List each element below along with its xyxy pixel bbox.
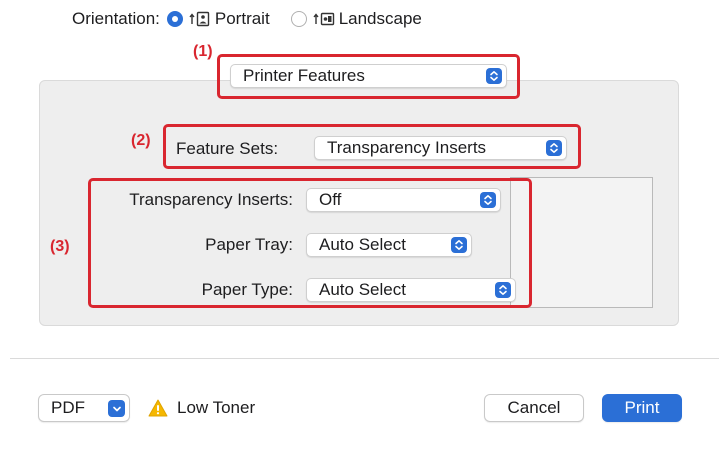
orientation-label: Orientation: [72, 9, 160, 28]
callout-box-2 [163, 124, 581, 169]
cancel-button[interactable]: Cancel [484, 394, 584, 422]
callout-box-1 [217, 54, 520, 99]
low-toner-warning: Low Toner [148, 398, 255, 418]
callout-label-3: (3) [50, 238, 70, 255]
portrait-orientation-icon [189, 11, 211, 27]
landscape-label[interactable]: Landscape [339, 9, 422, 29]
warning-icon [148, 399, 168, 417]
landscape-radio[interactable] [290, 11, 307, 27]
portrait-label[interactable]: Portrait [215, 9, 270, 29]
callout-box-3 [88, 178, 532, 308]
orientation-row: Orientation: Portrait Landscape [72, 8, 422, 30]
callout-label-1: (1) [193, 43, 213, 60]
pdf-menu-button[interactable]: PDF [38, 394, 130, 422]
landscape-orientation-icon [313, 11, 335, 27]
low-toner-text: Low Toner [177, 398, 256, 417]
chevron-down-icon [108, 400, 125, 417]
pdf-label: PDF [51, 398, 85, 417]
callout-label-2: (2) [131, 132, 151, 149]
separator [10, 358, 719, 359]
print-button[interactable]: Print [602, 394, 682, 422]
portrait-radio[interactable] [166, 11, 183, 27]
